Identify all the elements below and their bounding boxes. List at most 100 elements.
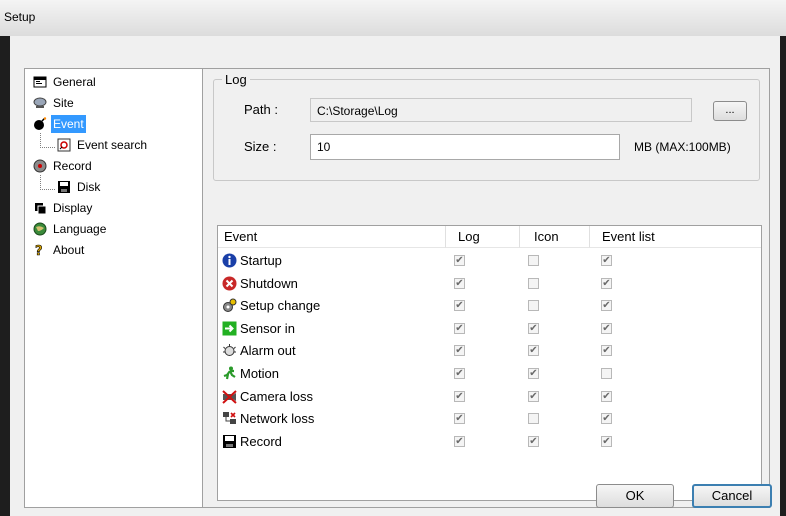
language-globe-icon xyxy=(33,222,47,236)
tree-item-event-search[interactable]: Event search xyxy=(57,136,149,154)
event-cell: Motion xyxy=(222,366,279,381)
event-name: Sensor in xyxy=(240,320,295,336)
table-row: Alarm out ✔ ✔ ✔ xyxy=(218,340,761,362)
column-header-log[interactable]: Log xyxy=(446,226,520,248)
tree-item-label: Disk xyxy=(77,180,101,194)
display-icon xyxy=(33,201,47,215)
event-settings-panel: Log Path : C:\Storage\Log ... Size : 10 … xyxy=(202,68,770,508)
event-cell: Record xyxy=(222,434,282,449)
tree-item-event[interactable]: Event xyxy=(33,115,86,133)
tree-item-disk[interactable]: Disk xyxy=(57,178,102,196)
log-checkbox[interactable]: ✔ xyxy=(454,368,465,379)
event-list-checkbox[interactable]: ✔ xyxy=(601,322,612,334)
event-cell: Network loss xyxy=(222,411,314,426)
table-row: Setup change ✔ ✔ xyxy=(218,295,761,317)
icon-checkbox[interactable] xyxy=(528,413,539,425)
event-cell: Startup xyxy=(222,253,282,268)
tree-item-display[interactable]: Display xyxy=(33,199,94,217)
icon-checkbox[interactable] xyxy=(528,300,539,312)
tree-item-label: Event search xyxy=(77,138,148,152)
log-checkbox[interactable]: ✔ xyxy=(454,413,465,425)
column-header-icon[interactable]: Icon xyxy=(520,226,590,248)
event-cell: Setup change xyxy=(222,298,320,313)
event-cell: Shutdown xyxy=(222,276,298,291)
table-row: Sensor in ✔ ✔ ✔ xyxy=(218,318,761,340)
tree-item-record[interactable]: Record xyxy=(33,157,94,175)
sensor-in-icon xyxy=(222,321,237,336)
event-cell: Sensor in xyxy=(222,321,295,336)
event-name: Motion xyxy=(240,366,280,381)
event-list-checkbox[interactable]: ✔ xyxy=(601,435,612,447)
event-search-icon xyxy=(57,138,71,152)
path-label: Path : xyxy=(244,102,278,117)
camera-loss-icon xyxy=(222,389,237,404)
tree-item-label: Record xyxy=(53,159,92,173)
record-disk-icon xyxy=(222,434,237,449)
settings-tree: General Site Event Event search Record D… xyxy=(24,68,208,508)
table-row: Camera loss ✔ ✔ ✔ xyxy=(218,386,761,408)
shutdown-icon xyxy=(222,276,237,291)
log-group-legend: Log xyxy=(222,72,250,87)
icon-checkbox[interactable] xyxy=(528,277,539,289)
log-checkbox[interactable]: ✔ xyxy=(454,345,465,357)
disk-icon xyxy=(57,180,71,194)
log-checkbox[interactable]: ✔ xyxy=(454,390,465,402)
log-checkbox[interactable]: ✔ xyxy=(454,255,465,266)
ok-button[interactable]: OK xyxy=(596,484,674,508)
log-checkbox[interactable]: ✔ xyxy=(454,277,465,289)
column-header-event-list[interactable]: Event list xyxy=(590,226,761,248)
tree-item-label: Site xyxy=(53,96,74,110)
event-bomb-icon xyxy=(33,117,47,131)
event-name: Record xyxy=(240,433,282,449)
tree-item-site[interactable]: Site xyxy=(33,94,76,112)
icon-checkbox[interactable]: ✔ xyxy=(528,435,539,447)
event-list-checkbox[interactable]: ✔ xyxy=(601,413,612,425)
icon-checkbox[interactable] xyxy=(528,255,539,266)
tree-item-general[interactable]: General xyxy=(33,73,98,91)
event-list-checkbox[interactable]: ✔ xyxy=(601,255,612,266)
event-list-checkbox[interactable]: ✔ xyxy=(601,345,612,357)
event-name: Shutdown xyxy=(240,275,298,291)
motion-icon xyxy=(222,366,237,381)
general-icon xyxy=(33,75,47,89)
browse-path-button[interactable]: ... xyxy=(713,101,747,121)
alarm-out-icon xyxy=(222,343,237,358)
event-list-checkbox[interactable]: ✔ xyxy=(601,277,612,289)
tree-item-label: Display xyxy=(53,201,93,215)
tree-connector xyxy=(40,133,55,148)
tree-connector xyxy=(40,175,55,190)
event-list-checkbox[interactable] xyxy=(601,368,612,379)
tree-item-label: Language xyxy=(53,222,107,236)
tree-item-label: General xyxy=(53,75,96,89)
tree-item-about[interactable]: ? About xyxy=(33,241,86,259)
size-input[interactable]: 10 xyxy=(310,134,620,160)
path-field: C:\Storage\Log xyxy=(310,98,692,122)
table-row: Network loss ✔ ✔ xyxy=(218,408,761,430)
svg-text:?: ? xyxy=(35,244,43,257)
log-checkbox[interactable]: ✔ xyxy=(454,435,465,447)
event-list-checkbox[interactable]: ✔ xyxy=(601,300,612,312)
record-icon xyxy=(33,159,47,173)
window-title: Setup xyxy=(4,10,36,24)
about-question-icon: ? xyxy=(33,243,47,260)
event-list-checkbox[interactable]: ✔ xyxy=(601,390,612,402)
event-name: Network loss xyxy=(240,411,315,427)
icon-checkbox[interactable]: ✔ xyxy=(528,322,539,334)
network-loss-icon xyxy=(222,411,237,426)
icon-checkbox[interactable]: ✔ xyxy=(528,345,539,357)
event-table: Event Log Icon Event list Startup ✔ ✔ Shutd… xyxy=(217,225,762,501)
column-header-event[interactable]: Event xyxy=(218,226,446,248)
info-icon xyxy=(222,253,237,268)
site-icon xyxy=(33,96,47,110)
event-cell: Camera loss xyxy=(222,389,313,404)
cancel-button[interactable]: Cancel xyxy=(692,484,772,508)
setup-dialog-client: General Site Event Event search Record D… xyxy=(10,36,780,516)
tree-item-language[interactable]: Language xyxy=(33,220,108,238)
log-checkbox[interactable]: ✔ xyxy=(454,300,465,312)
icon-checkbox[interactable]: ✔ xyxy=(528,368,539,379)
setup-change-icon xyxy=(222,298,237,313)
event-cell: Alarm out xyxy=(222,343,296,358)
title-bar: Setup xyxy=(0,0,786,36)
log-checkbox[interactable]: ✔ xyxy=(454,322,465,334)
icon-checkbox[interactable]: ✔ xyxy=(528,390,539,402)
